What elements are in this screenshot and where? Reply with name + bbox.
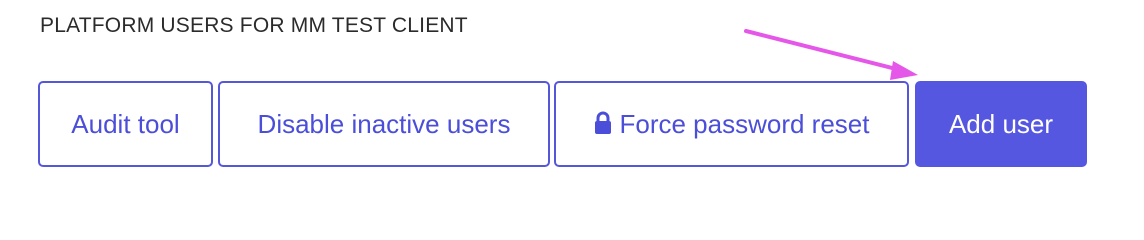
- lock-icon: [594, 111, 612, 135]
- disable-inactive-users-button[interactable]: Disable inactive users: [218, 81, 550, 167]
- page-title: PLATFORM USERS FOR MM TEST CLIENT: [40, 14, 468, 37]
- add-user-button[interactable]: Add user: [915, 81, 1087, 167]
- add-user-label: Add user: [948, 108, 1054, 139]
- force-password-reset-button[interactable]: Force password reset: [554, 81, 909, 167]
- page: PLATFORM USERS FOR MM TEST CLIENT Audit …: [0, 0, 1144, 210]
- audit-tool-button[interactable]: Audit tool: [38, 81, 213, 167]
- audit-tool-label: Audit tool: [71, 108, 180, 139]
- disable-inactive-users-label: Disable inactive users: [257, 108, 511, 139]
- force-password-reset-label: Force password reset: [619, 108, 870, 139]
